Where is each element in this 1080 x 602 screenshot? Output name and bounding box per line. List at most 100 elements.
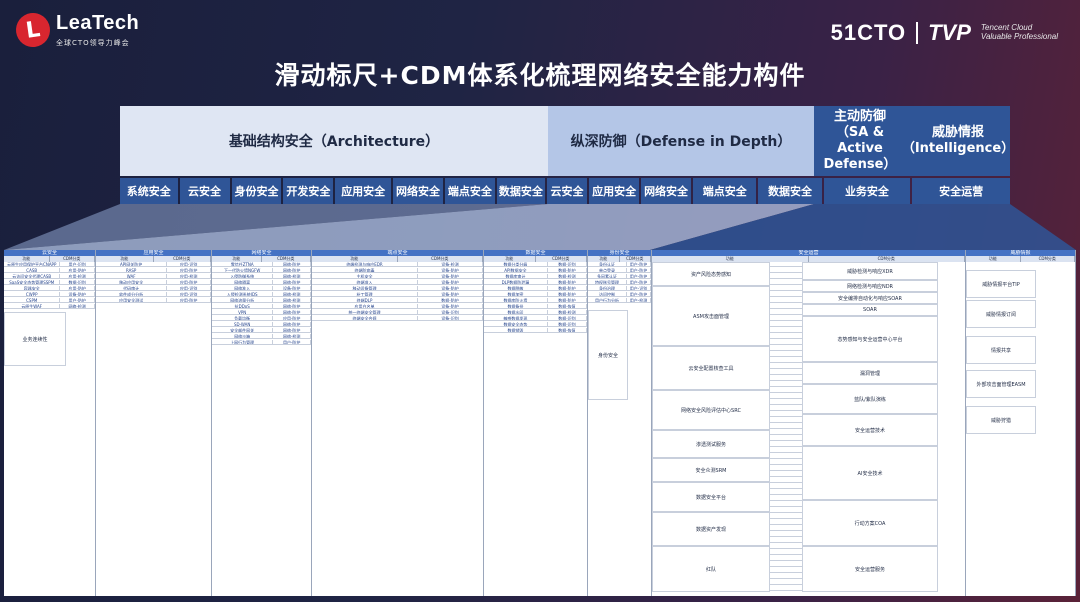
framework-item: 业务安全 bbox=[823, 178, 911, 204]
row-function: RASP bbox=[96, 268, 168, 272]
row-function: 终端准入 bbox=[312, 280, 419, 284]
merged-cell: 红队 bbox=[652, 546, 770, 592]
table-row bbox=[770, 538, 802, 543]
capability-column: 云安全 功能 CDM分类 云原生应用保护平台CNAPP 用户-识别 CASB 应用-防护 云访… bbox=[4, 250, 96, 596]
table-row: API数据安全 数据-防护 bbox=[484, 268, 587, 273]
framework-item: 云安全 bbox=[546, 178, 588, 204]
row-cdm: 用户-防护 bbox=[627, 262, 651, 266]
defense-in-depth-block: 纵深防御（Defense in Depth） bbox=[548, 106, 814, 176]
table-row bbox=[770, 430, 802, 435]
merged-cell: 行动方案COA bbox=[802, 500, 938, 546]
row-cdm: 用户-防护 bbox=[627, 292, 651, 296]
row-function: 终端DLP bbox=[312, 298, 419, 302]
function-header: 功能 bbox=[966, 256, 1021, 262]
table-row bbox=[770, 316, 802, 321]
row-function: 终端安全合规 bbox=[312, 316, 419, 320]
table-row: 抗DDoS 网络-防护 bbox=[212, 304, 311, 309]
merged-cell: 外部攻击面管理EASM bbox=[966, 370, 1036, 398]
row-function: DLP数据防泄漏 bbox=[484, 280, 548, 284]
row-cdm: 网络-检测 bbox=[273, 274, 311, 278]
table-row bbox=[770, 322, 802, 327]
table-row bbox=[770, 328, 802, 333]
row-cdm: 数据-识别 bbox=[548, 322, 587, 326]
row-function: 云访问安全代理CASB bbox=[4, 274, 61, 278]
merged-cell: 数据安全平台 bbox=[652, 482, 770, 512]
table-row bbox=[770, 286, 802, 291]
row-cdm: 用户-防护 bbox=[273, 340, 311, 344]
merged-cell: SOAR bbox=[802, 304, 938, 316]
row-function: 补丁管理 bbox=[312, 292, 419, 296]
capability-column: 身份安全 功能 CDM分类 身份认证 用户-防护 单点登录 用户-防护 多因素认证 用户-防护特… bbox=[588, 250, 652, 596]
row-function: 网络准入 bbox=[212, 286, 274, 290]
row-function: 抗DDoS bbox=[212, 304, 274, 308]
row-cdm: 网络-防护 bbox=[273, 328, 311, 332]
row-function: 上网行为管理 bbox=[212, 340, 274, 344]
row-function: 零信任ZTNA bbox=[212, 262, 274, 266]
row-function: 数据脱敏 bbox=[484, 286, 548, 290]
row-cdm: 用户-防护 bbox=[627, 274, 651, 278]
table-row: 容器安全 应用-防护 bbox=[4, 286, 95, 291]
active-defense-block: 主动防御（SA & Active Defense） bbox=[814, 106, 906, 176]
row-cdm: 数据-防护 bbox=[548, 280, 587, 284]
table-row: 入侵防御系统 网络-检测 bbox=[212, 274, 311, 279]
intelligence-block: 威胁情报（Intelligence） bbox=[902, 106, 1014, 176]
row-cdm: 应用-防护 bbox=[167, 298, 211, 302]
row-function: 网络沙箱 bbox=[212, 334, 274, 338]
table-row bbox=[770, 262, 802, 267]
row-cdm: 数据-检测 bbox=[548, 310, 587, 314]
row-cdm: 设备-防护 bbox=[273, 286, 311, 290]
table-row bbox=[770, 418, 802, 423]
capability-column: 威胁情报 功能 CDM分类 威胁情报平台TIP 威胁情报订阅 情报共享 外部攻击面管理EAS… bbox=[966, 250, 1076, 596]
row-function: 软件成分分析 bbox=[96, 292, 168, 296]
table-row: 身份认证 用户-防护 bbox=[588, 262, 651, 267]
merged-cell: 资产风险态势感知 bbox=[652, 262, 770, 286]
row-cdm: 应用-防护 bbox=[167, 268, 211, 272]
row-cdm: 网络-防护 bbox=[273, 310, 311, 314]
table-row: 数据加密 数据-防护 bbox=[484, 292, 587, 297]
framework-item: 网络安全 bbox=[641, 178, 692, 204]
merged-cell: 威胁狩猎 bbox=[966, 406, 1036, 434]
table-row bbox=[770, 448, 802, 453]
table-row: 统一终端安全管理 设备-识别 bbox=[312, 310, 483, 315]
table-row bbox=[770, 406, 802, 411]
row-function: CSPM bbox=[4, 298, 61, 302]
row-function: 多因素认证 bbox=[588, 274, 628, 278]
row-function: 移动设备管理 bbox=[312, 286, 419, 290]
table-row bbox=[770, 274, 802, 279]
merged-cell: 渗透测试服务 bbox=[652, 430, 770, 458]
table-row: 云原生WAF 网络-检测 bbox=[4, 304, 95, 309]
merged-cell: 网络安全风险评估中心SRC bbox=[652, 390, 770, 430]
table-row: 零信任ZTNA 网络-防护 bbox=[212, 262, 311, 267]
framework-item: 端点安全 bbox=[693, 178, 757, 204]
table-row bbox=[770, 370, 802, 375]
row-function: SaaS安全态势管理SSPM bbox=[4, 280, 61, 284]
row-cdm: 数据-防护 bbox=[548, 298, 587, 302]
table-row: 补丁管理 设备-防护 bbox=[312, 292, 483, 297]
capability-column: 安全运营 功能 CDM分类 资产风险态势感知 ASM攻击面管理 云安全配置核查工具 网络安全… bbox=[652, 250, 966, 596]
table-row bbox=[770, 568, 802, 573]
row-function: 数据水印 bbox=[484, 310, 548, 314]
capability-column: 端点安全 功能 CDM分类 终端检测与响应EDR 设备-检测 终端防病毒 设备-防护 主机安全… bbox=[312, 250, 484, 596]
table-row: 单点登录 用户-防护 bbox=[588, 268, 651, 273]
table-row bbox=[770, 358, 802, 363]
table-row: 移动设备管理 设备-防护 bbox=[312, 286, 483, 291]
row-cdm: 应用-防护 bbox=[273, 316, 311, 320]
table-row: 敏感数据发现 数据-识别 bbox=[484, 316, 587, 321]
row-function: WAF bbox=[96, 274, 168, 278]
row-function: 主机安全 bbox=[312, 274, 419, 278]
row-cdm: 用户-检测 bbox=[627, 298, 651, 302]
row-function: 安全邮件网关 bbox=[212, 328, 274, 332]
table-row: CASB 应用-防护 bbox=[4, 268, 95, 273]
table-row: 网络准入 设备-防护 bbox=[212, 286, 311, 291]
row-function: 数据备份 bbox=[484, 304, 548, 308]
framework-subcategories: 系统安全 云安全 身份安全 开发安全 应用安全 网络安全 端点安全 数据安全 云安全 应用安全 网络… bbox=[120, 178, 1011, 204]
table-row bbox=[770, 352, 802, 357]
table-row: 数据脱敏 数据-防护 bbox=[484, 286, 587, 291]
row-function: 数据分类分级 bbox=[484, 262, 548, 266]
row-function: 用户行为分析 bbox=[588, 298, 628, 302]
merged-cell: 态势感知与安全运营中心平台 bbox=[802, 316, 938, 362]
table-row: DLP数据防泄漏 数据-防护 bbox=[484, 280, 587, 285]
table-row bbox=[770, 526, 802, 531]
merged-cell: 业务连续性 bbox=[4, 312, 66, 366]
table-row: 终端准入 设备-防护 bbox=[312, 280, 483, 285]
